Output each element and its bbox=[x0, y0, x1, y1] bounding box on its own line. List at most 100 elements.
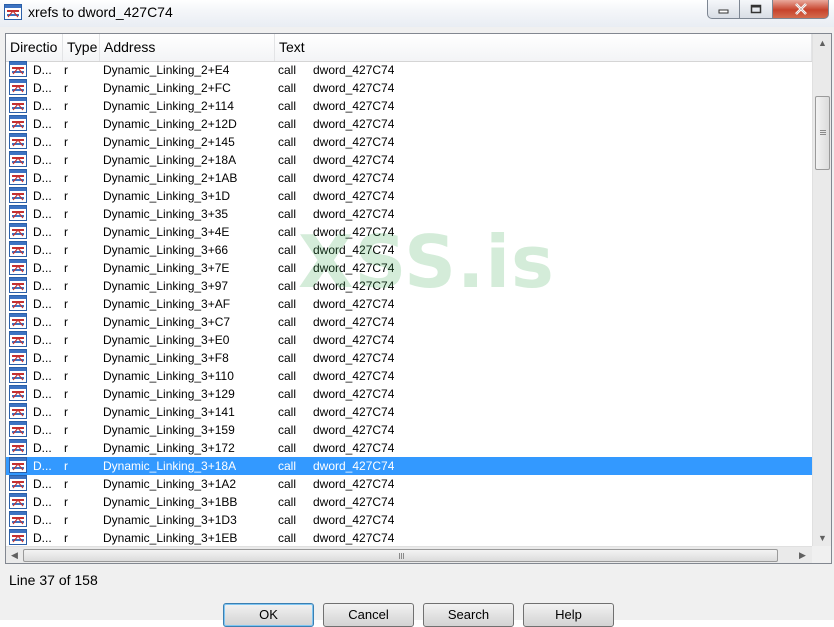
horizontal-scroll-thumb[interactable] bbox=[23, 549, 778, 562]
table-row[interactable]: D... r Dynamic_Linking_2+FC call dword_427C7… bbox=[6, 79, 812, 97]
cell-text-op: call bbox=[278, 135, 297, 149]
cell-type: r bbox=[64, 99, 68, 113]
table-row[interactable]: D... r Dynamic_Linking_3+129 call dword_427C… bbox=[6, 385, 812, 403]
table-row[interactable]: D... r Dynamic_Linking_3+1EB call dword_427C… bbox=[6, 529, 812, 547]
xrefs-list[interactable]: Directio Type Address Text D... r Dynamic_… bbox=[5, 33, 832, 564]
table-row[interactable]: D... r Dynamic_Linking_3+110 call dword_427C… bbox=[6, 367, 812, 385]
cell-text-op: call bbox=[278, 387, 297, 401]
scroll-up-arrow-icon[interactable]: ▲ bbox=[813, 34, 831, 51]
cell-type: r bbox=[64, 405, 68, 419]
table-row[interactable]: D... r Dynamic_Linking_3+35 call dword_427C7… bbox=[6, 205, 812, 223]
xref-icon bbox=[9, 313, 27, 329]
cell-direction: D... bbox=[33, 315, 52, 329]
cell-text-op: call bbox=[278, 405, 297, 419]
vertical-scroll-thumb[interactable] bbox=[815, 96, 830, 170]
cell-direction: D... bbox=[33, 387, 52, 401]
cell-address: Dynamic_Linking_2+12D bbox=[103, 117, 237, 131]
cell-text-operand: dword_427C74 bbox=[313, 189, 395, 203]
cell-text-operand: dword_427C74 bbox=[313, 315, 395, 329]
cell-address: Dynamic_Linking_3+35 bbox=[103, 207, 229, 221]
table-row[interactable]: D... r Dynamic_Linking_3+C7 call dword_427C7… bbox=[6, 313, 812, 331]
title-bar[interactable]: xrefs to dword_427C74 bbox=[0, 0, 834, 27]
cell-direction: D... bbox=[33, 459, 52, 473]
table-row[interactable]: D... r Dynamic_Linking_3+AF call dword_427C7… bbox=[6, 295, 812, 313]
scroll-left-arrow-icon[interactable]: ◀ bbox=[6, 547, 23, 563]
cell-type: r bbox=[64, 243, 68, 257]
table-row[interactable]: D... r Dynamic_Linking_2+145 call dword_427C… bbox=[6, 133, 812, 151]
cell-type: r bbox=[64, 459, 68, 473]
maximize-button[interactable] bbox=[740, 0, 773, 19]
scroll-right-arrow-icon[interactable]: ▶ bbox=[794, 547, 811, 563]
table-row[interactable]: D... r Dynamic_Linking_3+66 call dword_427C7… bbox=[6, 241, 812, 259]
column-header-text[interactable]: Text bbox=[275, 34, 812, 61]
table-row[interactable]: D... r Dynamic_Linking_3+141 call dword_427C… bbox=[6, 403, 812, 421]
cell-text-operand: dword_427C74 bbox=[313, 225, 395, 239]
cell-type: r bbox=[64, 423, 68, 437]
xref-icon bbox=[9, 493, 27, 509]
table-row[interactable]: D... r Dynamic_Linking_3+1BB call dword_427C… bbox=[6, 493, 812, 511]
cell-text-operand: dword_427C74 bbox=[313, 207, 395, 221]
scrollbar-corner bbox=[812, 546, 831, 563]
table-row[interactable]: D... r Dynamic_Linking_2+1AB call dword_427C… bbox=[6, 169, 812, 187]
cell-address: Dynamic_Linking_3+1BB bbox=[103, 495, 238, 509]
horizontal-scrollbar[interactable]: ◀ ▶ bbox=[6, 546, 812, 563]
cell-direction: D... bbox=[33, 279, 52, 293]
cell-text-op: call bbox=[278, 189, 297, 203]
xref-icon bbox=[9, 349, 27, 365]
table-row[interactable]: D... r Dynamic_Linking_3+1D3 call dword_427C… bbox=[6, 511, 812, 529]
cell-direction: D... bbox=[33, 135, 52, 149]
cell-direction: D... bbox=[33, 531, 52, 545]
help-button[interactable]: Help bbox=[523, 603, 614, 627]
column-header-address[interactable]: Address bbox=[100, 34, 275, 61]
cell-text-op: call bbox=[278, 99, 297, 113]
column-header-type[interactable]: Type bbox=[63, 34, 100, 61]
cell-address: Dynamic_Linking_3+E0 bbox=[103, 333, 230, 347]
column-header-direction[interactable]: Directio bbox=[6, 34, 63, 61]
cell-type: r bbox=[64, 387, 68, 401]
xref-icon bbox=[9, 439, 27, 455]
table-row[interactable]: D... r Dynamic_Linking_2+114 call dword_427C… bbox=[6, 97, 812, 115]
search-button[interactable]: Search bbox=[423, 603, 514, 627]
close-button[interactable] bbox=[773, 0, 829, 19]
cell-text-operand: dword_427C74 bbox=[313, 423, 395, 437]
cell-address: Dynamic_Linking_3+1A2 bbox=[103, 477, 237, 491]
list-header: Directio Type Address Text bbox=[6, 34, 831, 62]
table-row[interactable]: D... r Dynamic_Linking_3+1A2 call dword_427C… bbox=[6, 475, 812, 493]
cell-text-op: call bbox=[278, 207, 297, 221]
window-title: xrefs to dword_427C74 bbox=[28, 4, 173, 20]
cell-direction: D... bbox=[33, 189, 52, 203]
cell-text-op: call bbox=[278, 81, 297, 95]
cancel-button[interactable]: Cancel bbox=[323, 603, 414, 627]
vertical-scrollbar[interactable]: ▲ ▼ bbox=[812, 34, 831, 546]
cell-text-op: call bbox=[278, 63, 297, 77]
table-row[interactable]: D... r Dynamic_Linking_3+1D call dword_427C7… bbox=[6, 187, 812, 205]
xref-icon bbox=[9, 241, 27, 257]
cell-type: r bbox=[64, 477, 68, 491]
table-row[interactable]: D... r Dynamic_Linking_3+172 call dword_427C… bbox=[6, 439, 812, 457]
cell-type: r bbox=[64, 153, 68, 167]
table-row[interactable]: D... r Dynamic_Linking_2+12D call dword_427C… bbox=[6, 115, 812, 133]
table-row[interactable]: D... r Dynamic_Linking_3+4E call dword_427C7… bbox=[6, 223, 812, 241]
table-row[interactable]: D... r Dynamic_Linking_3+159 call dword_427C… bbox=[6, 421, 812, 439]
minimize-button[interactable] bbox=[707, 0, 740, 19]
cell-direction: D... bbox=[33, 243, 52, 257]
cell-type: r bbox=[64, 63, 68, 77]
xref-icon bbox=[9, 79, 27, 95]
table-row[interactable]: D... r Dynamic_Linking_3+7E call dword_427C7… bbox=[6, 259, 812, 277]
ok-button[interactable]: OK bbox=[223, 603, 314, 627]
table-row[interactable]: D... r Dynamic_Linking_3+97 call dword_427C7… bbox=[6, 277, 812, 295]
cell-text-op: call bbox=[278, 243, 297, 257]
table-row[interactable]: D... r Dynamic_Linking_2+E4 call dword_427C7… bbox=[6, 61, 812, 79]
scroll-down-arrow-icon[interactable]: ▼ bbox=[813, 529, 831, 546]
table-row[interactable]: D... r Dynamic_Linking_3+F8 call dword_427C7… bbox=[6, 349, 812, 367]
table-row[interactable]: D... r Dynamic_Linking_2+18A call dword_427C… bbox=[6, 151, 812, 169]
cell-type: r bbox=[64, 315, 68, 329]
xref-icon bbox=[9, 385, 27, 401]
cell-text-operand: dword_427C74 bbox=[313, 153, 395, 167]
cell-address: Dynamic_Linking_2+145 bbox=[103, 135, 235, 149]
table-row[interactable]: D... r Dynamic_Linking_3+18A call dword_427C… bbox=[6, 457, 812, 475]
xref-icon bbox=[9, 223, 27, 239]
table-row[interactable]: D... r Dynamic_Linking_3+E0 call dword_427C7… bbox=[6, 331, 812, 349]
cell-text-operand: dword_427C74 bbox=[313, 513, 395, 527]
cell-type: r bbox=[64, 225, 68, 239]
